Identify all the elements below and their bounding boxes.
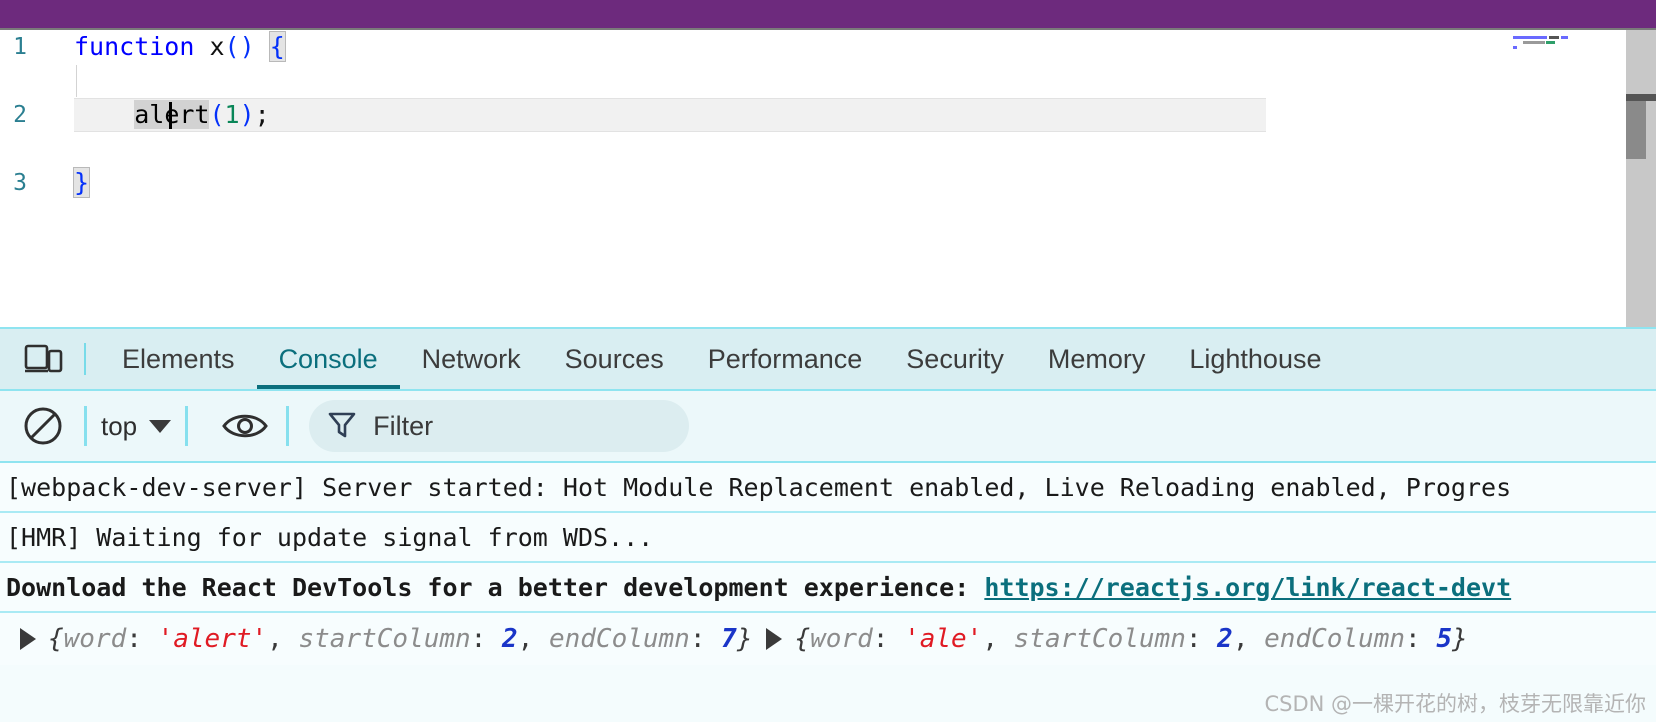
console-filter-input[interactable]: Filter bbox=[309, 400, 690, 452]
chevron-down-icon bbox=[149, 419, 172, 433]
tab-sources[interactable]: Sources bbox=[543, 329, 686, 389]
devtools-tabbar: Elements Console Network Sources Perform… bbox=[0, 329, 1656, 391]
line-number-2: 2 bbox=[13, 102, 27, 128]
funnel-icon bbox=[327, 409, 357, 444]
obj1-close-brace: } bbox=[736, 624, 753, 654]
obj1-key-endcolumn: endColumn bbox=[548, 624, 690, 654]
csdn-watermark: CSDN @一棵开花的树，枝芽无限靠近你 bbox=[1264, 692, 1646, 716]
text-caret bbox=[169, 102, 172, 129]
browser-header-bar bbox=[0, 0, 1656, 28]
token-function-name: x bbox=[194, 32, 225, 61]
token-keyword-function: function bbox=[74, 32, 195, 61]
obj2-value-word: 'ale' bbox=[904, 624, 983, 654]
toolbar-divider-1 bbox=[84, 406, 87, 446]
token-semicolon: ; bbox=[254, 100, 270, 129]
token-close-brace: } bbox=[72, 167, 91, 198]
token-open-brace: { bbox=[268, 31, 286, 62]
obj1-value-word: 'alert' bbox=[157, 624, 268, 654]
tab-console[interactable]: Console bbox=[257, 329, 400, 389]
obj1-open-brace: { bbox=[48, 624, 64, 654]
indent-guide bbox=[76, 65, 77, 97]
line-number-1: 1 bbox=[13, 34, 27, 60]
scrollbar-decoration bbox=[1626, 94, 1656, 101]
token-call-close-paren: ) bbox=[239, 100, 255, 129]
console-message-list: [webpack-dev-server] Server started: Hot… bbox=[0, 463, 1656, 665]
token-selected-ale: ale bbox=[134, 100, 180, 129]
console-object-1[interactable]: {word: 'alert', startColumn: 2, endColum… bbox=[48, 624, 752, 654]
obj1-colon-1: : bbox=[126, 624, 158, 654]
editor-minimap[interactable] bbox=[1511, 30, 1626, 327]
console-message-react-devtools[interactable]: Download the React DevTools for a better… bbox=[0, 563, 1656, 613]
obj1-key-word: word bbox=[63, 624, 127, 654]
obj1-value-endcolumn: 7 bbox=[721, 624, 737, 654]
console-message-objects[interactable]: {word: 'alert', startColumn: 2, endColum… bbox=[0, 613, 1656, 665]
editor-vertical-scrollbar[interactable] bbox=[1626, 30, 1656, 327]
tab-security[interactable]: Security bbox=[884, 329, 1026, 389]
device-toolbar-icon[interactable] bbox=[18, 343, 70, 375]
toolbar-divider-3 bbox=[286, 406, 290, 446]
obj2-key-startcolumn: startColumn bbox=[1013, 624, 1186, 654]
disclosure-triangle-icon-2[interactable] bbox=[766, 628, 783, 650]
console-context-value: top bbox=[101, 410, 138, 441]
obj2-sep-1: , bbox=[982, 624, 1014, 654]
line-number-3: 3 bbox=[13, 170, 27, 196]
token-call-open-paren: ( bbox=[209, 100, 225, 129]
obj1-colon-2: : bbox=[470, 624, 502, 654]
obj2-open-brace: { bbox=[794, 624, 811, 654]
obj1-colon-3: : bbox=[689, 624, 722, 654]
editor-code-area[interactable]: 1 function x() { 2 alert(1); 3 } bbox=[0, 30, 1270, 327]
obj2-key-word: word bbox=[810, 624, 873, 654]
scrollbar-thumb[interactable] bbox=[1626, 101, 1646, 159]
tabbar-divider bbox=[84, 343, 86, 375]
obj2-colon-2: : bbox=[1185, 624, 1218, 654]
tab-lighthouse[interactable]: Lighthouse bbox=[1167, 329, 1343, 389]
obj2-value-endcolumn: 5 bbox=[1436, 624, 1452, 654]
code-editor[interactable]: 1 function x() { 2 alert(1); 3 } bbox=[0, 28, 1656, 327]
console-message-webpack[interactable]: [webpack-dev-server] Server started: Hot… bbox=[0, 463, 1656, 513]
filter-placeholder: Filter bbox=[373, 410, 434, 441]
obj2-colon-3: : bbox=[1405, 624, 1437, 654]
obj1-sep-1: , bbox=[267, 624, 299, 654]
devtools-panel: Elements Console Network Sources Perform… bbox=[0, 327, 1656, 722]
console-toolbar: top Filter bbox=[0, 391, 1656, 463]
editor-line-1-text: function x() { bbox=[74, 30, 286, 64]
tab-elements[interactable]: Elements bbox=[100, 329, 257, 389]
console-object-2[interactable]: {word: 'ale', startColumn: 2, endColumn:… bbox=[794, 624, 1467, 654]
token-number-1: 1 bbox=[224, 100, 240, 129]
disclosure-triangle-icon-1[interactable] bbox=[20, 628, 36, 650]
obj1-value-startcolumn: 2 bbox=[501, 624, 518, 654]
tab-memory[interactable]: Memory bbox=[1026, 329, 1168, 389]
editor-line-3-text: } bbox=[72, 166, 91, 200]
react-devtools-link[interactable]: https://reactjs.org/link/react-devt bbox=[984, 573, 1511, 602]
app-root: 1 function x() { 2 alert(1); 3 } Element… bbox=[0, 0, 1656, 722]
editor-line-2[interactable]: 2 alert(1); bbox=[0, 98, 1270, 132]
obj1-key-startcolumn: startColumn bbox=[298, 624, 471, 654]
obj2-close-brace: } bbox=[1451, 624, 1468, 654]
toolbar-divider-2 bbox=[185, 406, 189, 446]
eye-icon[interactable] bbox=[218, 399, 272, 453]
obj2-colon-1: : bbox=[872, 624, 905, 654]
obj2-sep-2: , bbox=[1232, 624, 1265, 654]
editor-line-1[interactable]: 1 function x() { bbox=[0, 30, 1270, 64]
editor-line-3[interactable]: 3 } bbox=[0, 166, 1270, 200]
tab-network[interactable]: Network bbox=[400, 329, 543, 389]
console-context-selector[interactable]: top bbox=[101, 410, 172, 442]
clear-console-icon[interactable] bbox=[16, 399, 70, 453]
obj2-value-startcolumn: 2 bbox=[1217, 624, 1233, 654]
obj1-sep-2: , bbox=[517, 624, 549, 654]
console-message-hmr[interactable]: [HMR] Waiting for update signal from WDS… bbox=[0, 513, 1656, 563]
react-devtools-text: Download the React DevTools for a better… bbox=[6, 572, 985, 602]
obj2-key-endcolumn: endColumn bbox=[1264, 624, 1406, 654]
token-parens: () bbox=[224, 32, 255, 61]
token-selected-rt: rt bbox=[179, 100, 210, 129]
tab-performance[interactable]: Performance bbox=[686, 329, 885, 389]
